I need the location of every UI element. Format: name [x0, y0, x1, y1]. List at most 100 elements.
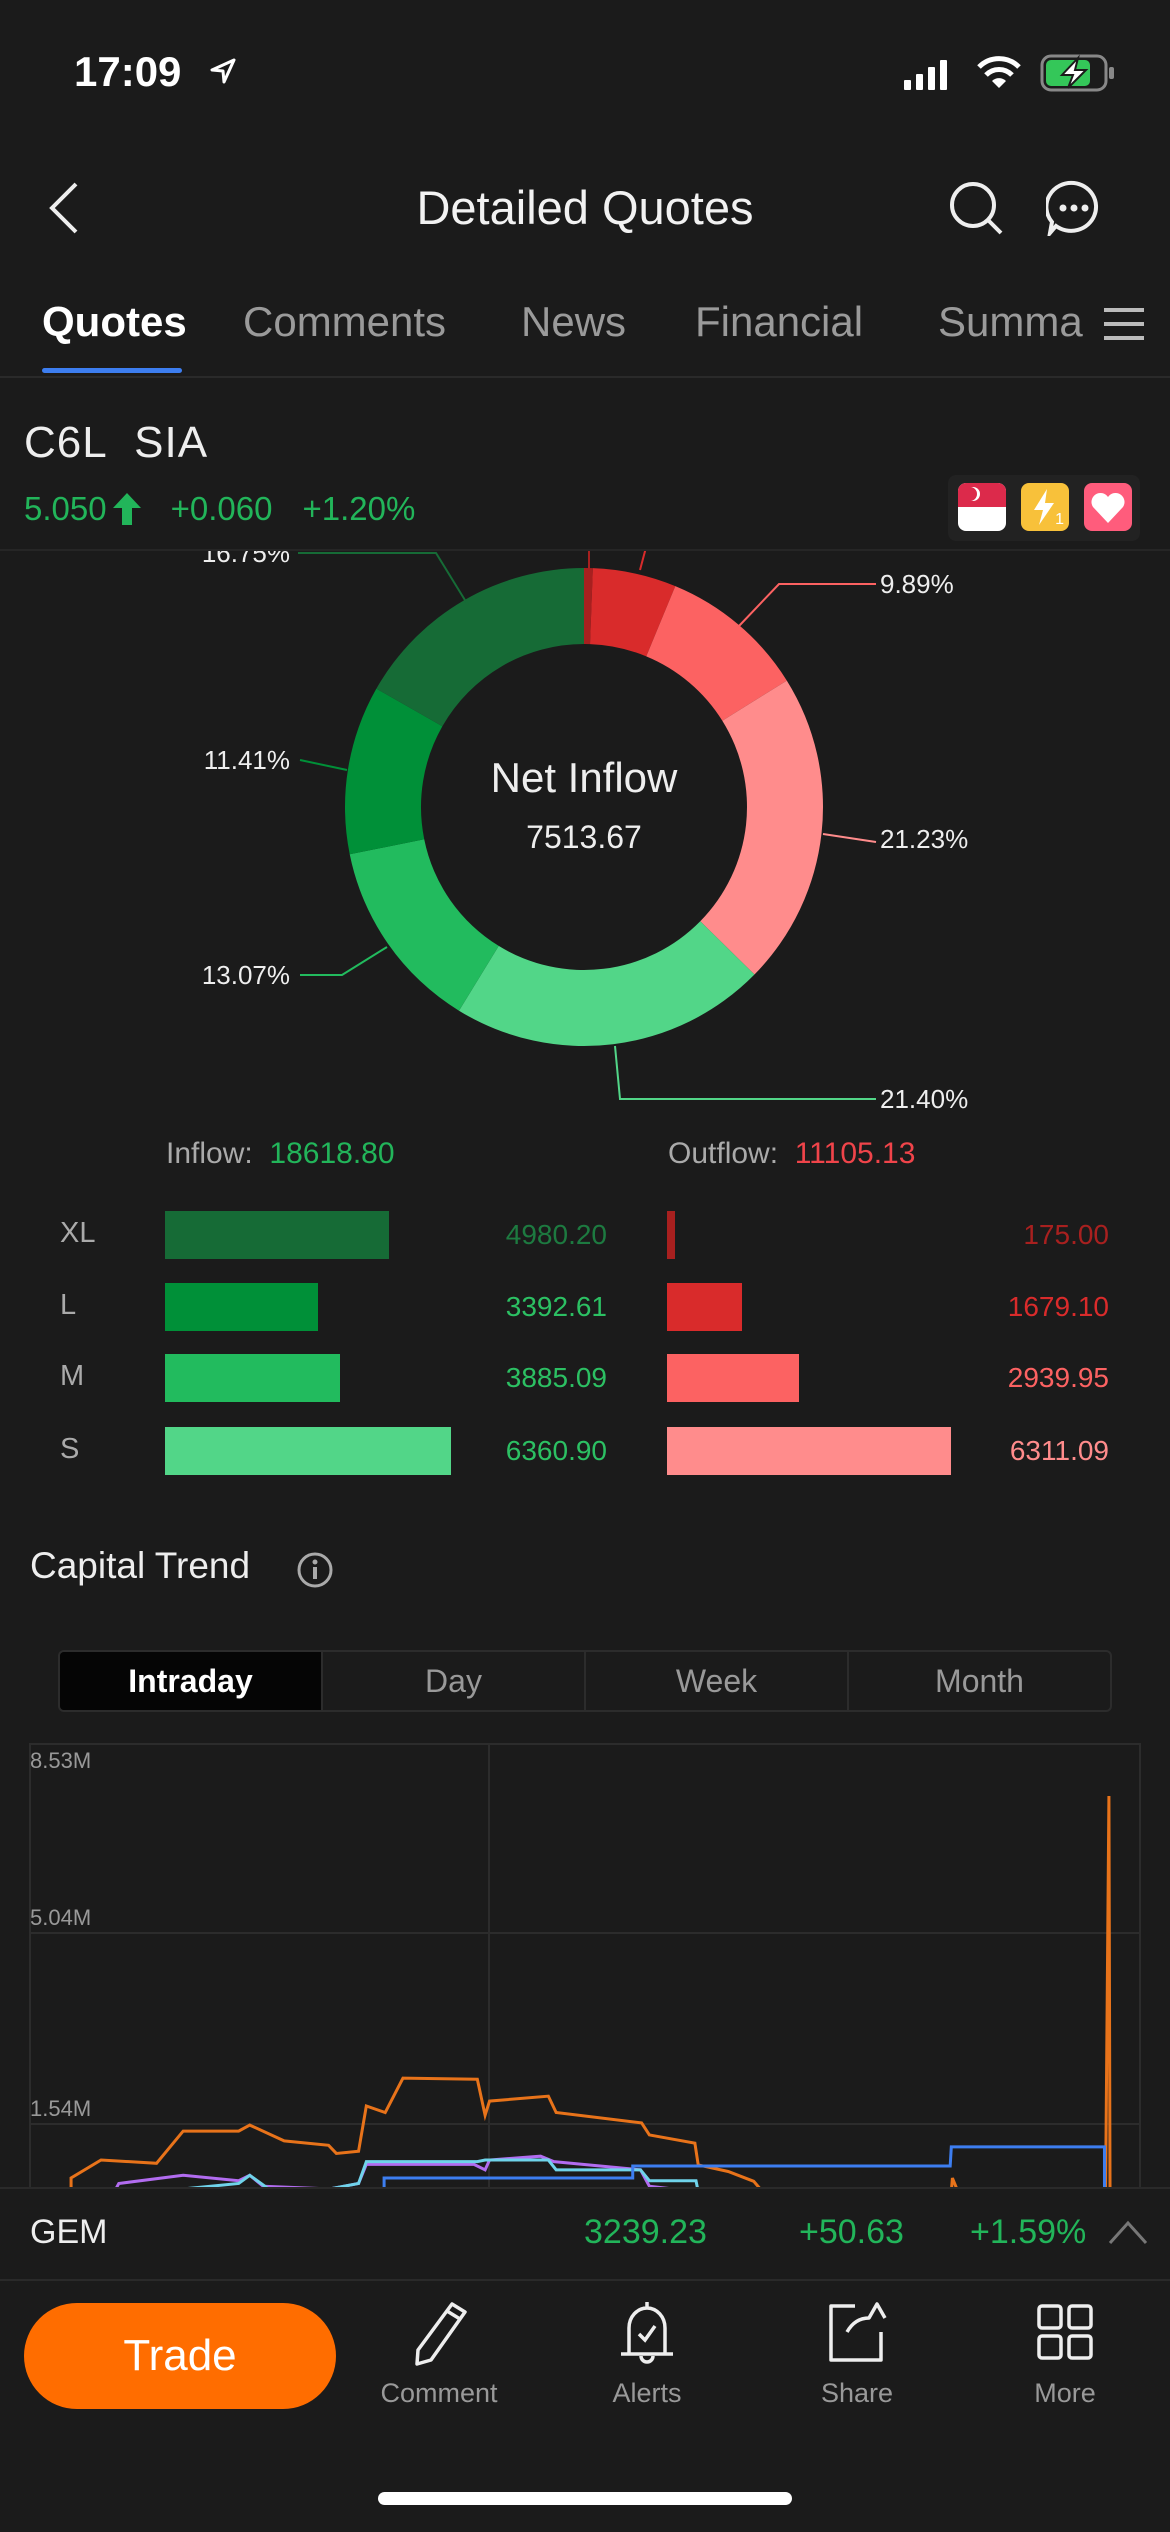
heart-icon[interactable] — [1084, 483, 1132, 531]
cellular-signal-icon — [904, 60, 947, 90]
inflow-value: 4980.20 — [505, 1219, 607, 1250]
price-change: +0.060 — [170, 490, 273, 527]
inflow-bar — [165, 1354, 340, 1402]
row-label-l: L — [60, 1289, 77, 1321]
outflow-value: 1679.10 — [1007, 1291, 1109, 1322]
leader-line — [738, 583, 876, 627]
tab-quotes[interactable]: Quotes — [42, 298, 187, 346]
label-s-outflow: 21.23% — [880, 824, 968, 854]
status-bar: 17:09 — [0, 0, 1170, 150]
comment-label: Comment — [380, 2378, 498, 2408]
label-m-outflow: 9.89% — [880, 569, 954, 599]
period-month[interactable]: Month — [849, 1652, 1110, 1710]
info-icon[interactable] — [296, 1551, 334, 1589]
y-tick-label: 8.53M — [30, 1748, 91, 1773]
tab-comments[interactable]: Comments — [243, 298, 446, 346]
outflow-value: 175.00 — [1023, 1219, 1109, 1250]
label-s-inflow: 21.40% — [880, 1084, 968, 1114]
outflow-label: Outflow: — [668, 1137, 779, 1170]
index-change-pct: +1.59% — [970, 2213, 1087, 2251]
inflow-summary: Inflow: 18618.80 — [166, 1137, 395, 1171]
outflow-value: 6311.09 — [1009, 1435, 1109, 1466]
leader-line — [299, 759, 348, 771]
wifi-icon — [977, 56, 1021, 88]
donut-center-value: 7513.67 — [526, 819, 642, 855]
chevron-up-icon[interactable] — [1108, 2219, 1148, 2245]
menu-icon[interactable] — [1104, 306, 1144, 342]
label-m-inflow: 13.07% — [202, 960, 290, 990]
more-label: More — [1034, 2378, 1096, 2408]
outflow-value: 2939.95 — [1007, 1362, 1109, 1393]
inflow-bar — [165, 1211, 389, 1259]
inflow-bar — [165, 1283, 318, 1331]
tab-news[interactable]: News — [521, 298, 626, 346]
outflow-bar — [667, 1283, 743, 1331]
y-tick-label: 1.54M — [30, 2096, 91, 2121]
share-icon — [829, 2302, 887, 2362]
tab-summary[interactable]: Summa — [938, 298, 1083, 346]
grid-icon — [1037, 2304, 1093, 2360]
more-button[interactable]: More — [985, 2300, 1145, 2409]
y-tick-label: 5.04M — [30, 1905, 91, 1930]
period-intraday[interactable]: Intraday — [60, 1652, 323, 1710]
index-bar[interactable]: GEM 3239.23 +50.63 +1.59% — [0, 2187, 1170, 2281]
share-button[interactable]: Share — [777, 2300, 937, 2409]
up-arrow-icon — [112, 493, 141, 525]
label-l-inflow: 11.41% — [204, 745, 290, 775]
index-name: GEM — [30, 2213, 108, 2251]
leader-line — [822, 833, 877, 843]
active-tab-indicator — [42, 368, 182, 373]
capital-trend-chart: 8.53M 5.04M 1.54M — [29, 1743, 1141, 2187]
outflow-total: 11105.13 — [794, 1137, 916, 1170]
pencil-icon — [415, 2302, 467, 2366]
index-value: 3239.23 — [584, 2213, 707, 2251]
lightning-icon[interactable]: 1 — [1021, 483, 1069, 531]
tab-bar: Quotes Comments News Financial Summa — [0, 290, 1170, 378]
home-indicator[interactable] — [378, 2492, 792, 2505]
index-change: +50.63 — [799, 2213, 904, 2251]
tab-financial[interactable]: Financial — [695, 298, 863, 346]
inflow-total: 18618.80 — [269, 1137, 395, 1170]
leader-line — [298, 552, 469, 606]
location-arrow-icon — [210, 58, 236, 84]
inflow-label: Inflow: — [166, 1137, 253, 1170]
outflow-summary: Outflow: 11105.13 — [668, 1137, 915, 1171]
inflow-value: 6360.90 — [505, 1435, 607, 1466]
stock-price: 5.050 — [24, 490, 107, 527]
bell-icon — [621, 2302, 673, 2364]
battery-charging-icon — [1040, 54, 1114, 92]
donut-slice-inflow-xl — [376, 568, 584, 727]
search-icon[interactable] — [948, 180, 1004, 236]
stock-name: SIA — [134, 418, 209, 467]
clock: 17:09 — [74, 48, 182, 95]
trade-button[interactable]: Trade — [24, 2303, 336, 2409]
flow-donut-chart: 16.75% 9.89% 21.23% 21.40% 13.07% 11.41%… — [202, 540, 968, 1114]
row-label-xl: XL — [60, 1217, 96, 1249]
stock-title: C6L SIA — [24, 418, 208, 468]
chat-bubble-icon[interactable] — [1046, 180, 1102, 236]
series-line-0 — [69, 1796, 1112, 2187]
donut-center-label: Net Inflow — [491, 754, 678, 801]
alerts-button[interactable]: Alerts — [567, 2300, 727, 2409]
period-day[interactable]: Day — [323, 1652, 586, 1710]
series-line-3 — [382, 2145, 1106, 2187]
lightning-count: 1 — [1055, 511, 1064, 528]
capital-trend-title: Capital Trend — [30, 1545, 251, 1586]
period-selector: Intraday Day Week Month — [58, 1650, 1112, 1712]
inflow-value: 3885.09 — [505, 1362, 607, 1393]
comment-button[interactable]: Comment — [359, 2300, 519, 2409]
donut-slice-inflow-s — [458, 921, 755, 1046]
singapore-flag-icon[interactable] — [958, 483, 1006, 531]
inflow-value: 3392.61 — [505, 1291, 607, 1322]
price-row: 5.050 +0.060 +1.20% — [24, 490, 415, 528]
leader-line — [614, 1045, 876, 1100]
plot-frame — [29, 1743, 1141, 2187]
period-week[interactable]: Week — [586, 1652, 849, 1710]
header: 17:09 Detailed Quotes Quotes Comments Ne… — [0, 0, 1170, 551]
row-label-s: S — [60, 1433, 80, 1465]
stock-symbol: C6L — [24, 418, 108, 467]
badge-group: 1 — [948, 475, 1140, 541]
row-label-m: M — [60, 1360, 85, 1392]
alerts-label: Alerts — [612, 2378, 682, 2408]
leader-line — [300, 946, 388, 976]
